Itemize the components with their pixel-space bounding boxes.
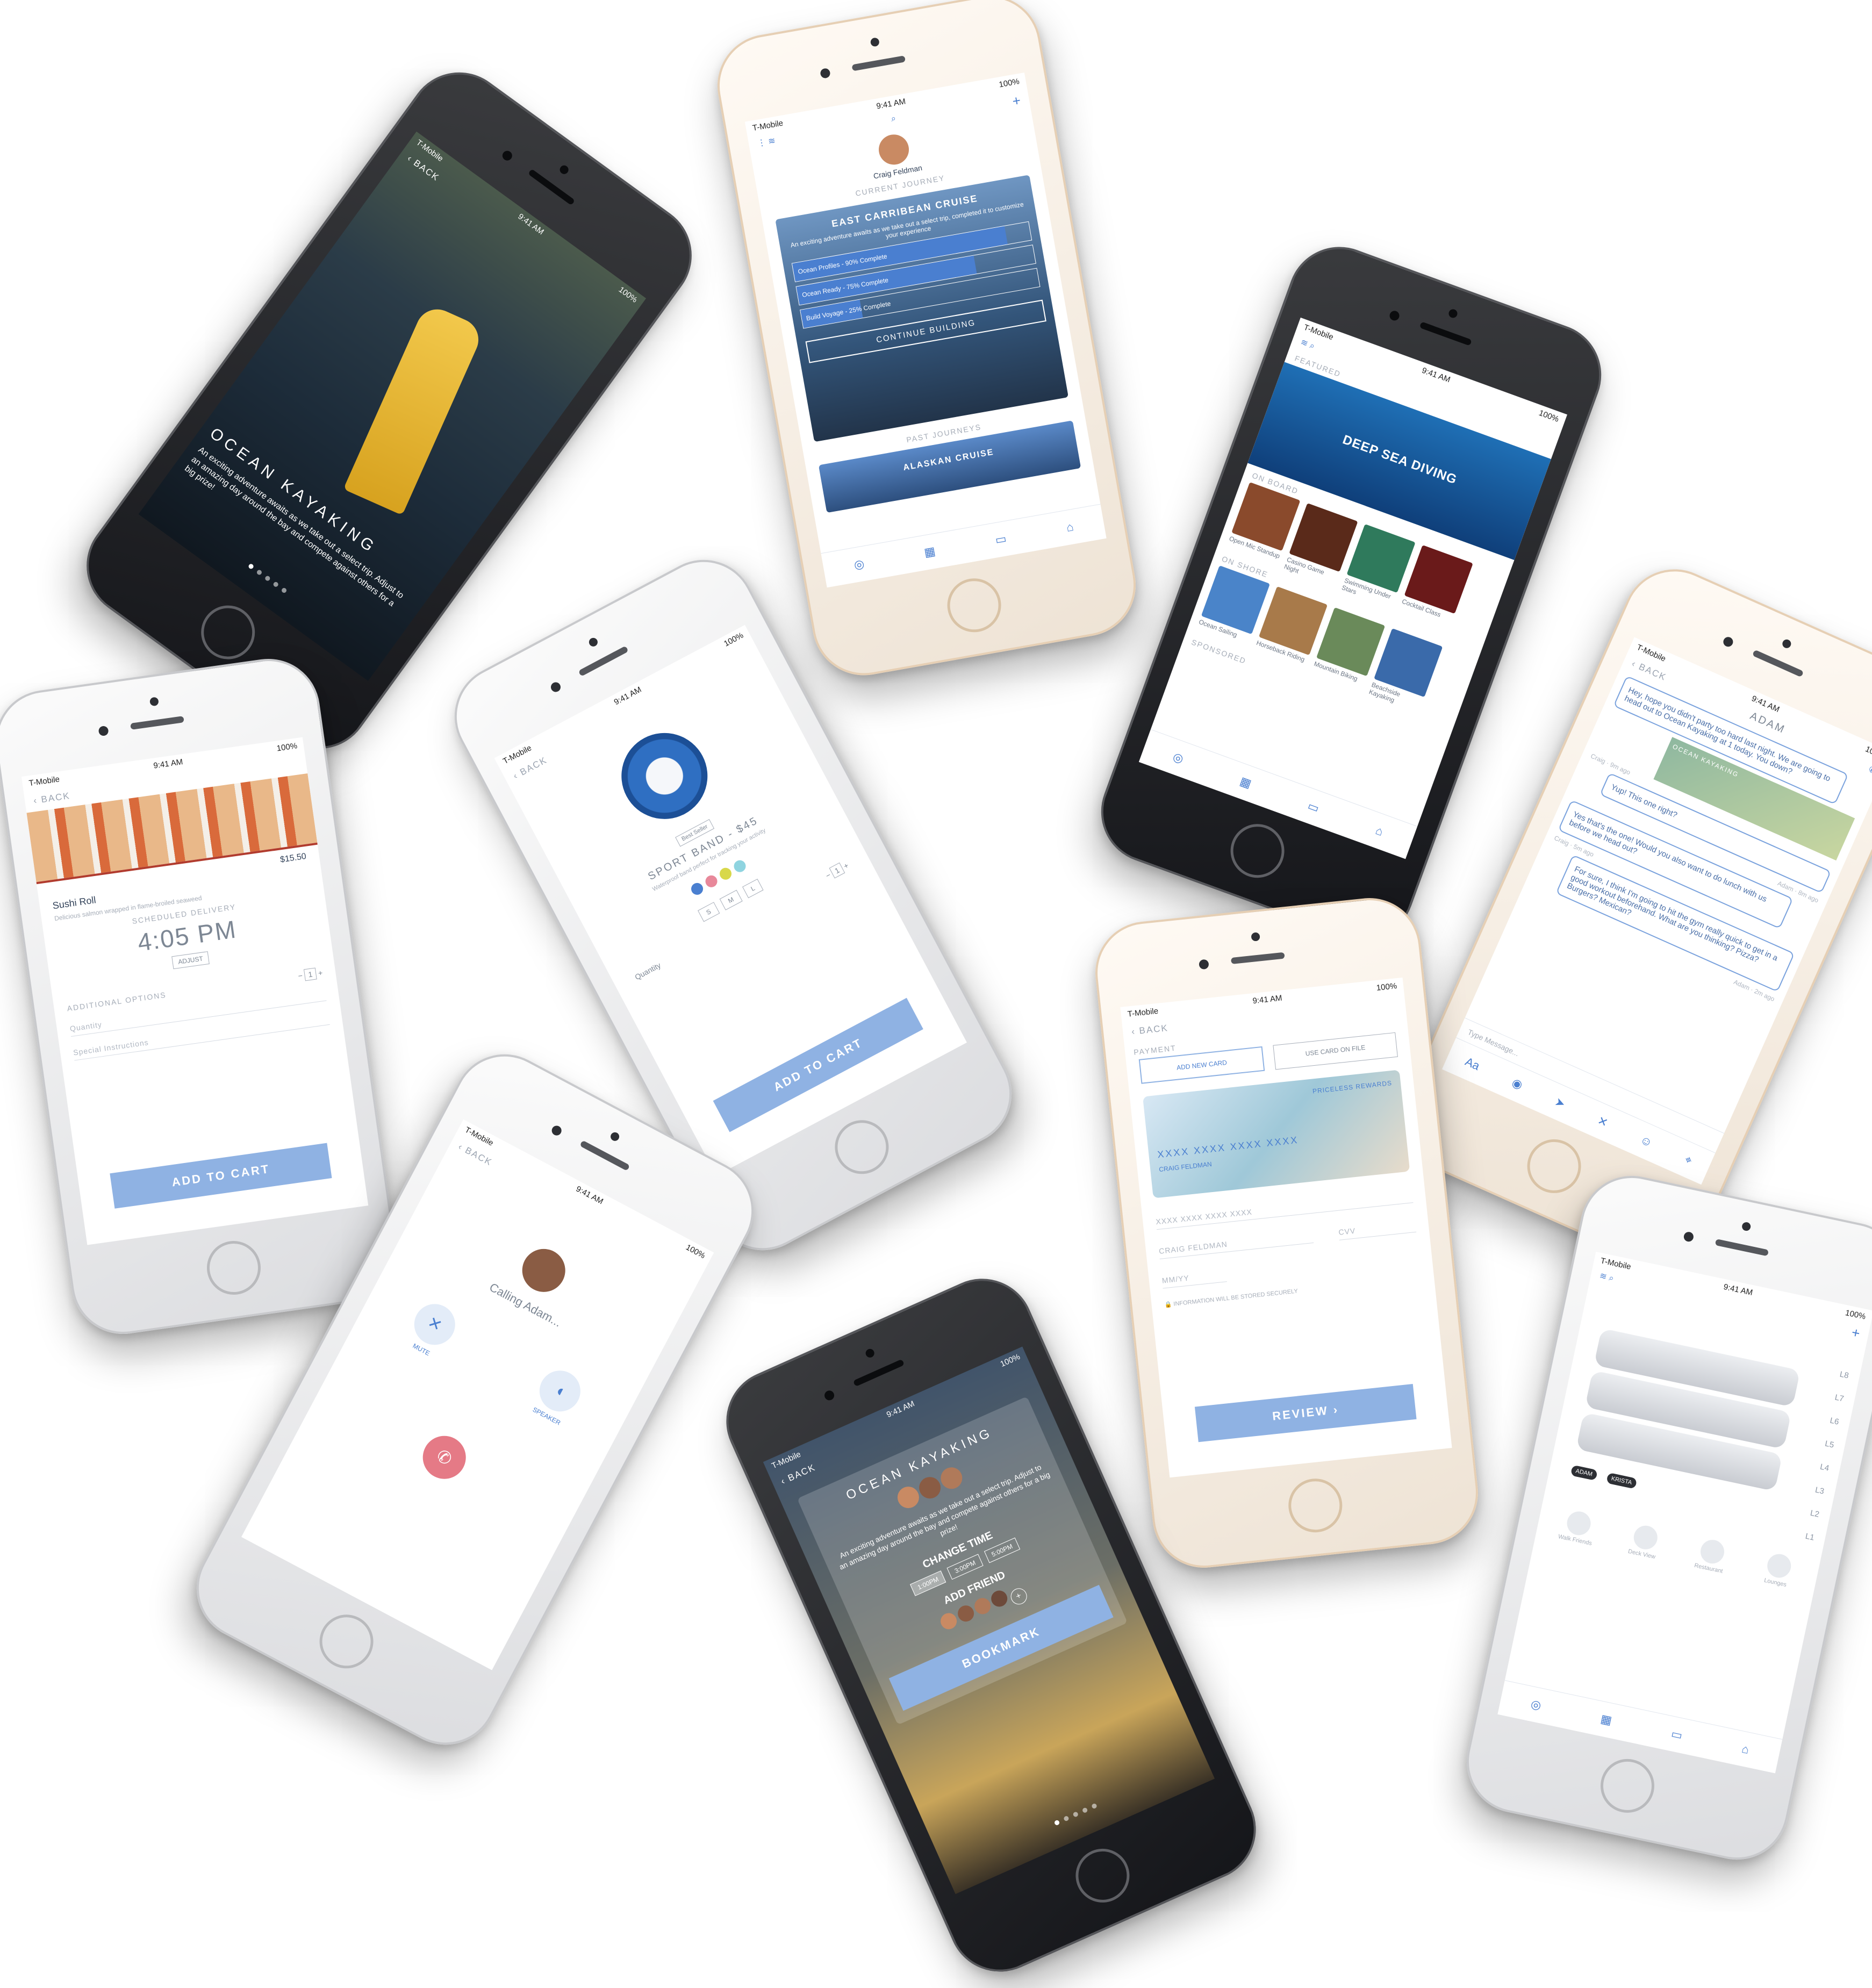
color-swatch[interactable] [689, 881, 705, 897]
send-icon[interactable]: ➤ [1553, 1095, 1567, 1111]
tab-discover[interactable]: ◎ [1530, 1697, 1543, 1712]
home-button[interactable] [825, 1110, 899, 1183]
color-swatch[interactable] [703, 873, 720, 889]
quantity-label: Quantity [633, 960, 662, 982]
search-icon[interactable]: ⌕ [1308, 341, 1316, 351]
home-button[interactable] [1286, 1476, 1345, 1535]
quantity-stepper[interactable]: − 1 + [824, 861, 850, 880]
control-icon [1631, 1523, 1660, 1552]
logo-icon: ≋ [1299, 338, 1309, 349]
location-icon[interactable]: ⌖ [1682, 1152, 1694, 1168]
band-image [606, 717, 723, 835]
journey-screen: T-Mobile 9:41 AM 100% ⋮ ≋ ⌕ + Craig Feldma… [744, 72, 1107, 588]
expiry-field[interactable]: MM/YY [1160, 1263, 1227, 1289]
phone-sushi: T-Mobile 9:41 AM 100% ‹ BACK $15.50 Sushi … [0, 652, 403, 1341]
color-swatch[interactable] [731, 858, 748, 874]
map-control[interactable]: Walk Friends [1548, 1506, 1607, 1548]
control-icon [1698, 1537, 1726, 1566]
mute-button[interactable]: ✕ MUTE [401, 1296, 463, 1362]
home-button[interactable] [1223, 816, 1292, 886]
control-icon [1765, 1552, 1793, 1580]
back-button[interactable]: ‹ BACK [395, 143, 637, 328]
tab-shop[interactable]: ⌂ [1374, 823, 1385, 839]
quantity-stepper[interactable]: − 1 + [298, 967, 323, 981]
home-button[interactable] [190, 594, 266, 670]
phone-ship-map: T-Mobile 9:41 AM 100% ≋ ⌕ + ADAM KRISTA L8 L… [1457, 1166, 1872, 1870]
add-to-cart-button[interactable]: ADD TO CART [713, 997, 923, 1132]
tab-calendar[interactable]: ▦ [923, 544, 936, 559]
emoji-icon[interactable]: ☺ [1638, 1132, 1655, 1150]
control-icon [1564, 1509, 1593, 1538]
search-icon[interactable]: ⌕ [891, 114, 898, 131]
map-control[interactable]: Deck View [1615, 1520, 1674, 1563]
tab-calendar[interactable]: ▦ [1600, 1712, 1613, 1728]
add-friend-icon[interactable]: + [1008, 1585, 1030, 1607]
tab-discover[interactable]: ◎ [1171, 750, 1186, 766]
tab-chat[interactable]: ▭ [1306, 799, 1321, 816]
menu-icon[interactable]: ⋮ ≋ [757, 135, 778, 155]
home-button[interactable] [1518, 1130, 1590, 1202]
friend-pin[interactable]: ADAM [1570, 1465, 1598, 1481]
caller-avatar [514, 1241, 573, 1300]
color-swatch[interactable] [718, 865, 734, 882]
home-button[interactable] [1067, 1840, 1138, 1911]
back-button[interactable]: ‹ BACK [446, 1132, 707, 1284]
phone-payment: T-Mobile 9:41 AM 100% ‹ BACK PAYMENT ADD N… [1090, 893, 1483, 1573]
discover-screen: T-Mobile 9:41 AM 100% ≋ ⌕ FEATURED DEEP SE… [1138, 317, 1567, 859]
gift-icon[interactable]: ✕ [1595, 1114, 1610, 1130]
sushi-screen: T-Mobile 9:41 AM 100% ‹ BACK $15.50 Sushi … [21, 737, 369, 1245]
tab-bar: ◎ ▦ ▭ ⌂ [1497, 1680, 1783, 1774]
search-icon[interactable]: ⌕ [1608, 1273, 1615, 1283]
kayak-story-screen: T-Mobile 9:41 AM 100% ‹ BACK OCEAN KAYAKIN… [138, 131, 647, 681]
ship-map-screen: T-Mobile 9:41 AM 100% ≋ ⌕ + ADAM KRISTA L8 L… [1497, 1251, 1872, 1774]
add-icon[interactable]: + [1850, 1324, 1861, 1342]
kayak-image [343, 302, 485, 515]
home-button[interactable] [310, 1605, 383, 1678]
product-title: SPORT BAND - $45 [646, 814, 761, 883]
secure-note: INFORMATION WILL BE STORED SECURELY [1173, 1288, 1299, 1308]
tab-bar: ◎ ▦ ▭ ⌂ [821, 504, 1107, 588]
tab-discover[interactable]: ◎ [853, 557, 865, 572]
logo-icon: ≋ [1598, 1271, 1608, 1282]
end-call-button[interactable]: ✆ [415, 1428, 474, 1487]
add-to-cart-button[interactable]: ADD TO CART [110, 1143, 332, 1209]
tab-chat[interactable]: ▭ [1670, 1727, 1684, 1743]
payment-screen: T-Mobile 9:41 AM 100% ‹ BACK PAYMENT ADD N… [1120, 977, 1452, 1478]
tab-shop[interactable]: ⌂ [1065, 520, 1075, 535]
credit-card: PRICELESS REWARDS XXXX XXXX XXXX XXXX CR… [1143, 1070, 1410, 1198]
home-button[interactable] [1595, 1754, 1660, 1818]
name-field[interactable]: CRAIG FELDMAN [1158, 1224, 1314, 1259]
lock-icon: 🔒 [1164, 1301, 1173, 1309]
speaker-button[interactable]: ◖ SPEAKER [527, 1363, 588, 1429]
tab-shop[interactable]: ⌂ [1740, 1742, 1750, 1757]
journey-card[interactable]: EAST CARRIBEAN CRUISE An exciting advent… [775, 175, 1068, 442]
map-control[interactable]: Lounges [1748, 1549, 1808, 1591]
chat-screen: T-Mobile 9:41 AM 100% ‹ BACK ADAM ✆ Hey, h… [1441, 637, 1872, 1185]
tab-chat[interactable]: ▭ [994, 532, 1008, 547]
add-icon[interactable]: + [1011, 92, 1022, 110]
review-button[interactable]: REVIEW › [1194, 1384, 1417, 1442]
tab-calendar[interactable]: ▦ [1238, 774, 1253, 791]
phone-journey: T-Mobile 9:41 AM 100% ⋮ ≋ ⌕ + Craig Feldma… [709, 0, 1144, 684]
text-format-icon[interactable]: Aa [1463, 1054, 1482, 1073]
avatar [876, 132, 912, 167]
home-button[interactable] [943, 574, 1006, 637]
page-dots[interactable] [945, 1755, 1206, 1875]
camera-icon[interactable]: ◉ [1510, 1075, 1525, 1093]
phone-icon[interactable]: ✆ [1867, 764, 1872, 777]
cvv-field[interactable]: CVV [1337, 1213, 1417, 1240]
map-control[interactable]: Restaurant [1682, 1534, 1741, 1577]
adjust-button[interactable]: ADJUST [171, 951, 210, 970]
friend-pin[interactable]: KRISTA [1606, 1472, 1637, 1489]
home-button[interactable] [203, 1237, 264, 1298]
